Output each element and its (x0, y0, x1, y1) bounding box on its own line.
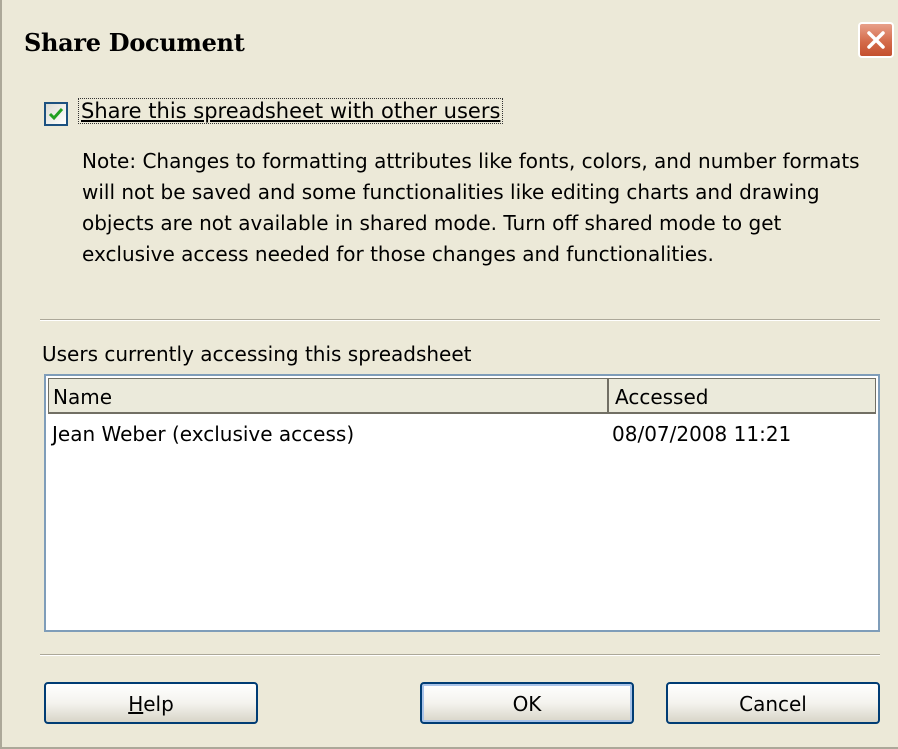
user-accessed-cell: 08/07/2008 11:21 (612, 422, 792, 446)
users-list-label: Users currently accessing this spreadshe… (42, 342, 472, 366)
column-header-name[interactable]: Name (53, 385, 112, 409)
help-button[interactable]: Help (44, 682, 258, 724)
table-row[interactable]: Jean Weber (exclusive access) 08/07/2008… (48, 422, 876, 452)
cancel-button[interactable]: Cancel (666, 682, 880, 724)
share-note: Note: Changes to formatting attributes l… (82, 149, 860, 266)
share-document-dialog: Share Document Share this spreadsheet wi… (0, 0, 898, 749)
users-list-header: Name Accessed (48, 378, 876, 414)
ok-button[interactable]: OK (420, 682, 634, 724)
divider-top (40, 319, 880, 321)
help-label-rest: elp (143, 692, 174, 716)
share-checkbox[interactable] (44, 102, 68, 126)
close-icon (867, 31, 885, 49)
help-mnemonic: H (128, 692, 144, 716)
checkmark-icon (48, 108, 64, 121)
dialog-title: Share Document (24, 28, 245, 57)
divider-bottom (40, 654, 880, 656)
share-checkbox-label[interactable]: Share this spreadsheet with other users (78, 98, 504, 124)
user-name-cell: Jean Weber (exclusive access) (52, 422, 355, 446)
close-button[interactable] (858, 22, 894, 58)
users-list[interactable]: Name Accessed Jean Weber (exclusive acce… (44, 374, 880, 632)
title-bar[interactable]: Share Document (2, 0, 898, 74)
column-separator[interactable] (607, 379, 609, 413)
column-header-accessed[interactable]: Accessed (615, 385, 708, 409)
